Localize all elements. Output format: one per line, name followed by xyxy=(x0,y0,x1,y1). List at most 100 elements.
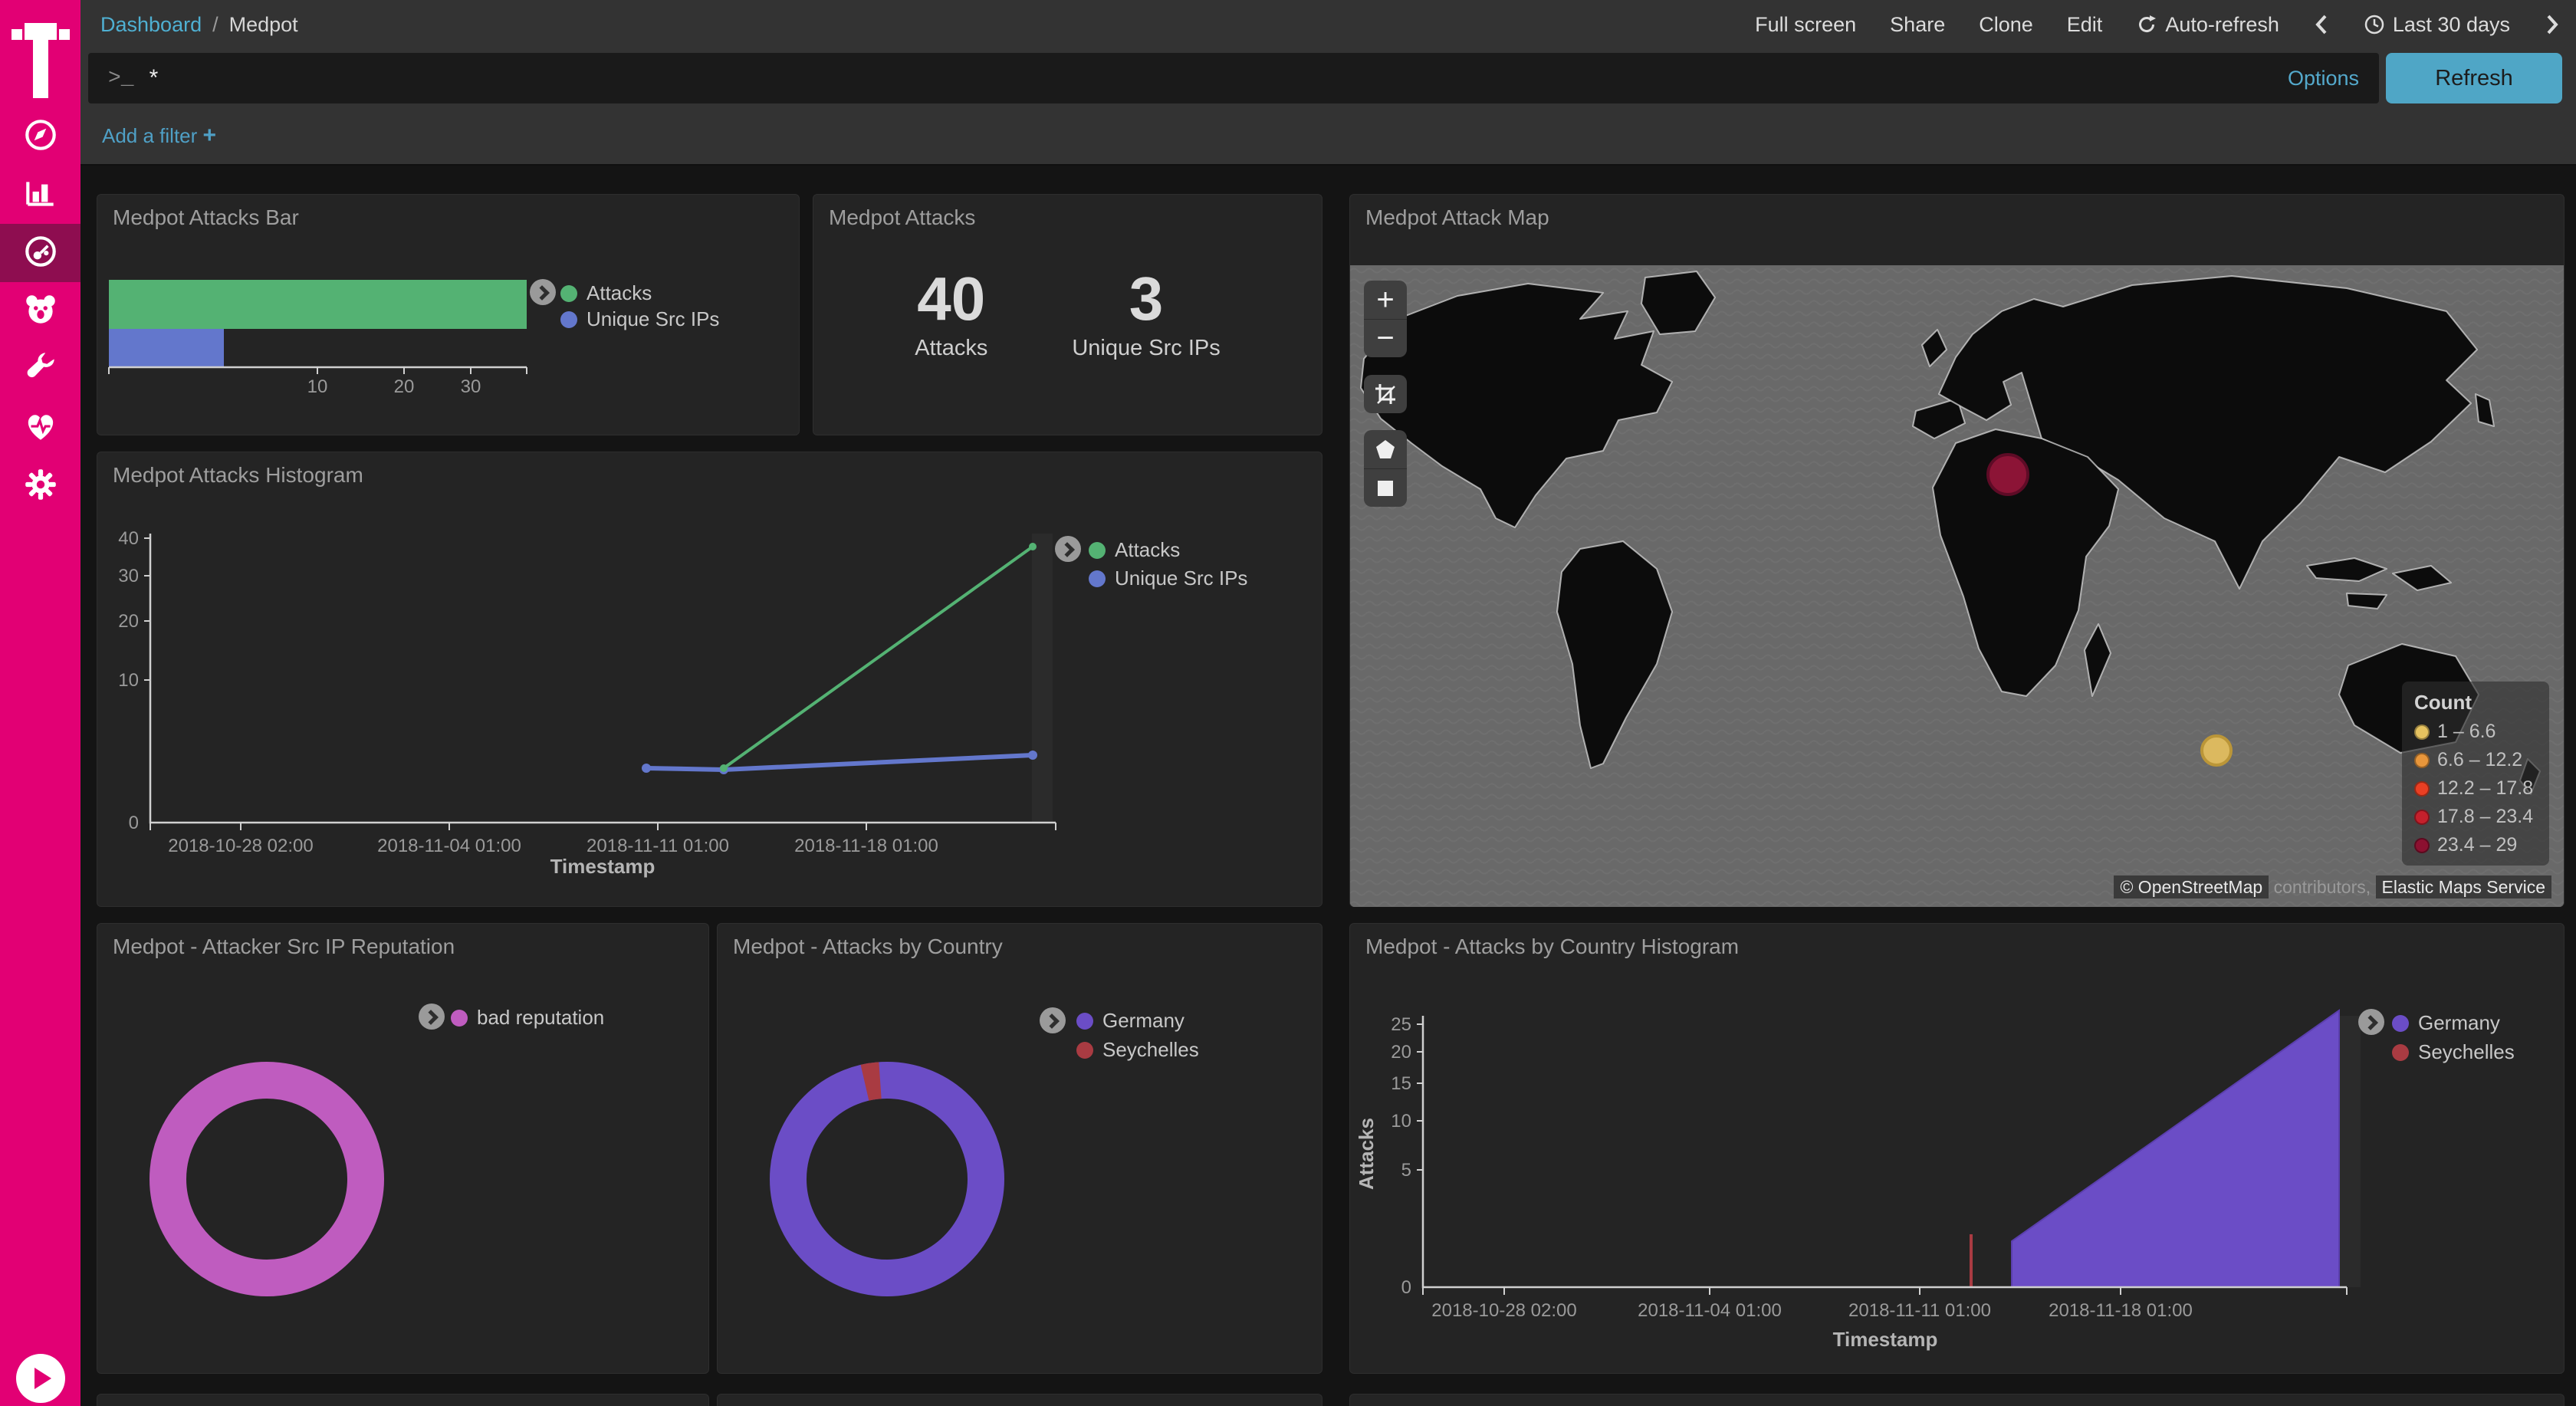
metric-label: Unique Src IPs xyxy=(1072,336,1220,361)
time-forward-button[interactable] xyxy=(2544,13,2561,36)
query-options-link[interactable]: Options xyxy=(2288,67,2359,90)
panel-attacks-bar: Medpot Attacks Bar 10 20 30 Attacks Uniq… xyxy=(97,194,800,435)
zoom-out-button[interactable]: − xyxy=(1364,319,1407,357)
svg-text:2018-11-18 01:00: 2018-11-18 01:00 xyxy=(794,836,938,856)
legend-item-germany[interactable]: Germany xyxy=(1076,1009,1184,1033)
svg-text:Timestamp: Timestamp xyxy=(1833,1328,1938,1351)
legend-item-unique-src-ips[interactable]: Unique Src IPs xyxy=(1089,567,1247,590)
sidebar-item-monitoring[interactable] xyxy=(0,399,80,457)
svg-text:25: 25 xyxy=(1391,1014,1411,1035)
refresh-button[interactable]: Refresh xyxy=(2386,53,2562,103)
sidebar-item-management[interactable] xyxy=(0,457,80,515)
sidebar-item-tpot[interactable] xyxy=(0,282,80,340)
legend-dot xyxy=(2414,781,2430,797)
svg-text:10: 10 xyxy=(1391,1111,1411,1132)
donut-slice-bad-reputation[interactable] xyxy=(168,1080,366,1278)
crop-tool-button[interactable] xyxy=(1364,375,1407,413)
sidebar xyxy=(0,0,80,1406)
svg-text:2018-11-04 01:00: 2018-11-04 01:00 xyxy=(377,836,521,856)
query-value[interactable]: * xyxy=(150,65,2288,91)
bar-seychelles[interactable] xyxy=(1970,1234,1973,1287)
attacks-line-chart[interactable]: 40 30 20 10 0 2018-10-28 02:00 2018-11-0… xyxy=(97,452,1322,906)
country-donut-chart[interactable] xyxy=(718,924,1322,1373)
legend-item-germany[interactable]: Germany xyxy=(2392,1011,2500,1035)
telekom-logo xyxy=(12,23,70,100)
auto-refresh-button[interactable]: Auto-refresh xyxy=(2136,13,2279,37)
rectangle-tool-button[interactable] xyxy=(1364,468,1407,507)
svg-text:2018-10-28 02:00: 2018-10-28 02:00 xyxy=(1431,1300,1577,1321)
time-range-picker[interactable]: Last 30 days xyxy=(2364,13,2510,37)
panel-stub xyxy=(97,1394,709,1406)
panel-stub xyxy=(717,1394,1322,1406)
svg-text:20: 20 xyxy=(118,611,139,632)
search-input[interactable]: >_ * Options xyxy=(88,53,2379,103)
legend-expand-icon[interactable] xyxy=(1040,1007,1066,1033)
breadcrumb-dashboard-link[interactable]: Dashboard xyxy=(100,13,202,37)
svg-text:0: 0 xyxy=(129,813,139,833)
bar-unique-src-ips[interactable] xyxy=(109,329,224,367)
line-unique-src-ips[interactable] xyxy=(646,755,1033,770)
legend-item-attacks[interactable]: Attacks xyxy=(1089,538,1180,562)
panel-src-ip-reputation: Medpot - Attacker Src IP Reputation bad … xyxy=(97,923,709,1374)
legend-expand-icon[interactable] xyxy=(419,1004,445,1030)
svg-text:0: 0 xyxy=(1401,1277,1411,1298)
compass-icon xyxy=(21,116,60,158)
heartbeat-icon xyxy=(21,407,60,449)
topbar-menu: Full screen Share Clone Edit Auto-refres… xyxy=(1755,13,2561,37)
map-point-germany[interactable] xyxy=(1988,455,2028,494)
legend-item-seychelles[interactable]: Seychelles xyxy=(1076,1038,1199,1062)
legend-dot xyxy=(2392,1015,2409,1032)
legend-dot xyxy=(2414,838,2430,853)
svg-text:2018-11-11 01:00: 2018-11-11 01:00 xyxy=(586,836,729,856)
fullscreen-button[interactable]: Full screen xyxy=(1755,13,1856,37)
metric-value: 40 xyxy=(915,268,987,330)
sidebar-item-dashboard[interactable] xyxy=(0,224,80,282)
area-germany[interactable] xyxy=(2012,1010,2339,1287)
metric-attacks: 40 Attacks xyxy=(915,268,987,361)
legend-expand-icon[interactable] xyxy=(530,279,556,305)
map-zoom-controls: + − xyxy=(1364,281,1407,357)
sidebar-item-visualize[interactable] xyxy=(0,166,80,224)
legend-item-attacks[interactable]: Attacks xyxy=(560,281,652,305)
svg-text:2018-11-04 01:00: 2018-11-04 01:00 xyxy=(1638,1300,1782,1321)
metric-group: 40 Attacks 3 Unique Src IPs xyxy=(813,195,1322,435)
sidebar-item-discover[interactable] xyxy=(0,107,80,166)
bar-attacks[interactable] xyxy=(109,280,527,329)
query-prompt-icon: >_ xyxy=(108,67,134,90)
legend-item-seychelles[interactable]: Seychelles xyxy=(2392,1040,2515,1064)
sidebar-expand-button[interactable] xyxy=(16,1354,65,1403)
plus-icon: + xyxy=(203,123,217,148)
map-attribution: © OpenStreetMap contributors, Elastic Ma… xyxy=(2114,877,2551,898)
legend-dot xyxy=(1089,542,1106,559)
add-filter-link[interactable]: Add a filter + xyxy=(102,123,216,149)
time-back-button[interactable] xyxy=(2313,13,2330,36)
svg-text:15: 15 xyxy=(1391,1073,1411,1094)
edit-button[interactable]: Edit xyxy=(2067,13,2103,37)
ems-attribution-link[interactable]: Elastic Maps Service xyxy=(2376,875,2551,898)
reputation-donut-chart[interactable] xyxy=(97,924,708,1373)
wrench-icon xyxy=(21,349,60,391)
sidebar-item-devtools[interactable] xyxy=(0,340,80,399)
world-map-canvas xyxy=(1350,265,2564,907)
legend-item-bad-reputation[interactable]: bad reputation xyxy=(451,1006,604,1030)
share-button[interactable]: Share xyxy=(1890,13,1945,37)
country-area-chart[interactable]: 25 20 15 10 5 0 2018-10-28 02:00 2018-11… xyxy=(1350,924,2564,1373)
map-point-seychelles[interactable] xyxy=(2202,736,2231,765)
panel-stub xyxy=(1349,1394,2564,1406)
legend-dot xyxy=(2414,810,2430,825)
legend-expand-icon[interactable] xyxy=(1055,536,1081,562)
svg-text:10: 10 xyxy=(118,670,139,691)
legend-item-unique-src-ips[interactable]: Unique Src IPs xyxy=(560,307,719,331)
legend-dot xyxy=(560,311,577,328)
svg-text:40: 40 xyxy=(118,528,139,549)
osm-attribution-link[interactable]: © OpenStreetMap xyxy=(2114,875,2269,898)
zoom-in-button[interactable]: + xyxy=(1364,281,1407,319)
metric-label: Attacks xyxy=(915,336,987,361)
legend-bucket: 1 – 6.6 xyxy=(2414,721,2537,743)
legend-expand-icon[interactable] xyxy=(2358,1009,2384,1035)
line-attacks[interactable] xyxy=(724,547,1033,768)
donut-slice-germany[interactable] xyxy=(788,1080,986,1278)
polygon-tool-button[interactable] xyxy=(1364,430,1407,468)
world-map[interactable]: + − Count 1 – xyxy=(1350,265,2564,907)
clone-button[interactable]: Clone xyxy=(1979,13,2033,37)
